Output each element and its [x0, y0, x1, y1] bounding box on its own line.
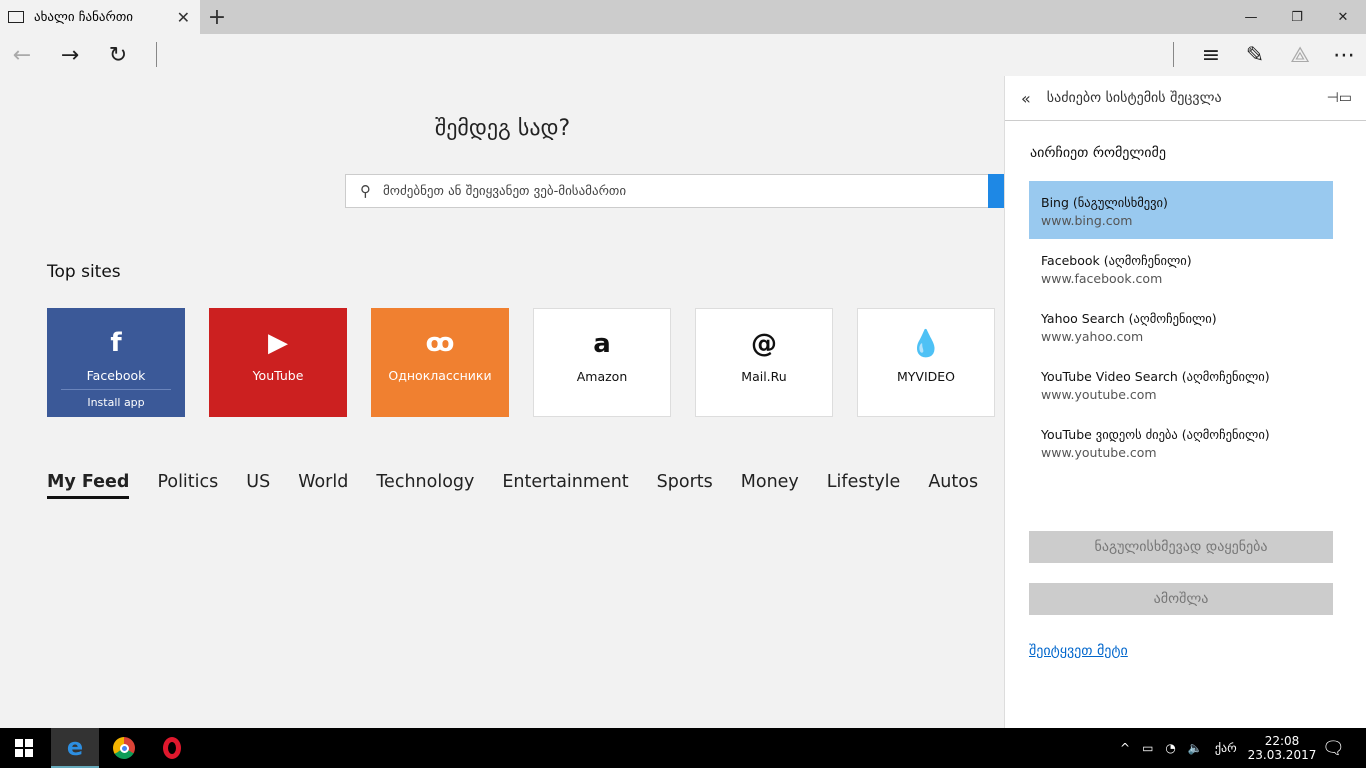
site-logo-icon: ꝏ — [425, 328, 455, 358]
feed-tab[interactable]: World — [298, 472, 348, 499]
install-app-link[interactable]: Install app — [61, 389, 171, 409]
chrome-icon — [113, 737, 135, 759]
top-site-tile[interactable]: 💧 MYVIDEO — [857, 308, 995, 417]
engine-url: www.bing.com — [1041, 213, 1133, 228]
language-indicator[interactable]: ქარ — [1215, 741, 1237, 755]
battery-icon[interactable]: ▭ — [1142, 741, 1153, 755]
search-engine-panel: « საძიებო სისტემის შეცვლა ⊣▭ აირჩიეთ რომ… — [1004, 76, 1366, 728]
site-logo-icon: @ — [751, 329, 777, 359]
edge-taskbar-button[interactable]: e — [51, 728, 99, 768]
top-site-tile[interactable]: ▶ YouTube — [209, 308, 347, 417]
search-engine-option[interactable]: Yahoo Search (აღმოჩენილი) www.yahoo.com — [1029, 297, 1333, 355]
volume-icon[interactable]: 🔈 — [1188, 741, 1203, 755]
share-button[interactable]: ⟁ — [1284, 40, 1316, 70]
feed-tabs: My Feed Politics US World Technology Entertai… — [47, 472, 1083, 499]
remove-button[interactable]: ამოშლა — [1029, 583, 1333, 615]
top-site-tile[interactable]: f Facebook Install app — [47, 308, 185, 417]
chrome-taskbar-button[interactable] — [100, 728, 148, 768]
site-logo-icon: ▶ — [268, 328, 288, 358]
start-button[interactable] — [0, 728, 48, 768]
choose-label: აირჩიეთ რომელიმე — [1030, 145, 1166, 161]
tile-label: YouTube — [252, 368, 304, 383]
page-title: შემდეგ სად? — [434, 116, 571, 141]
tile-label: Одноклассники — [388, 368, 492, 383]
maximize-button[interactable]: ❐ — [1274, 0, 1320, 34]
engine-url: www.facebook.com — [1041, 271, 1163, 286]
site-logo-icon: f — [110, 328, 122, 358]
site-logo-icon: 💧 — [909, 329, 943, 359]
feed-tab[interactable]: Autos — [928, 472, 978, 499]
feed-tab[interactable]: Money — [741, 472, 799, 499]
hub-button[interactable]: ≡ — [1195, 40, 1227, 70]
search-engine-option[interactable]: Bing (ნაგულისხმევი) www.bing.com — [1029, 181, 1333, 239]
web-note-button[interactable]: ✎ — [1239, 40, 1271, 70]
feed-tab[interactable]: US — [246, 472, 270, 499]
clock-date: 23.03.2017 — [1247, 748, 1317, 762]
search-icon: ⚲ — [360, 182, 371, 200]
clock[interactable]: 22:08 23.03.2017 — [1248, 728, 1317, 768]
feed-tab[interactable]: Technology — [376, 472, 474, 499]
feed-tab[interactable]: Entertainment — [502, 472, 628, 499]
tab-bar: ახალი ჩანართი ✕ + — ❐ ✕ — [0, 0, 1366, 34]
search-go-button[interactable] — [988, 174, 1004, 208]
engine-name: Yahoo Search (აღმოჩენილი) — [1041, 311, 1217, 326]
new-tab-button[interactable]: + — [200, 0, 234, 34]
top-site-tile[interactable]: ꝏ Одноклассники — [371, 308, 509, 417]
opera-icon — [163, 737, 181, 759]
collapse-panel-icon[interactable]: « — [1021, 89, 1031, 108]
engine-url: www.youtube.com — [1041, 387, 1157, 402]
forward-button[interactable]: → — [54, 40, 86, 70]
search-engine-option[interactable]: YouTube ვიდეოს ძიება (აღმოჩენილი) www.you… — [1029, 413, 1333, 471]
show-hidden-icons[interactable]: ^ — [1120, 741, 1130, 755]
tab-title: ახალი ჩანართი — [34, 9, 133, 25]
tile-label: Amazon — [576, 369, 628, 384]
refresh-button[interactable]: ↻ — [102, 40, 134, 70]
top-site-tile[interactable]: a Amazon — [533, 308, 671, 417]
minimize-button[interactable]: — — [1228, 0, 1274, 34]
learn-more-link[interactable]: შეიტყვეთ მეტი — [1029, 643, 1128, 659]
panel-title: საძიებო სისტემის შეცვლა — [1046, 90, 1222, 106]
windows-icon — [15, 739, 33, 757]
action-center-icon[interactable]: 🗨 — [1322, 728, 1345, 768]
clock-time: 22:08 — [1264, 734, 1300, 748]
divider — [156, 42, 157, 67]
set-default-button[interactable]: ნაგულისხმევად დაყენება — [1029, 531, 1333, 563]
wifi-icon[interactable]: ◔ — [1165, 741, 1175, 755]
tile-label: Mail.Ru — [741, 369, 787, 384]
engine-name: YouTube ვიდეოს ძიება (აღმოჩენილი) — [1041, 427, 1270, 442]
site-logo-icon: a — [593, 329, 611, 359]
close-tab-icon[interactable]: ✕ — [177, 8, 190, 27]
engine-name: YouTube Video Search (აღმოჩენილი) — [1041, 369, 1270, 384]
feed-tab[interactable]: Politics — [157, 472, 218, 499]
engine-url: www.yahoo.com — [1041, 329, 1144, 344]
feed-tab[interactable]: My Feed — [47, 472, 130, 499]
feed-tab[interactable]: Lifestyle — [827, 472, 901, 499]
search-engine-option[interactable]: Facebook (აღმოჩენილი) www.facebook.com — [1029, 239, 1333, 297]
close-window-button[interactable]: ✕ — [1320, 0, 1366, 34]
more-button[interactable]: ⋯ — [1328, 40, 1360, 70]
engine-url: www.youtube.com — [1041, 445, 1157, 460]
feed-tab[interactable]: Sports — [657, 472, 713, 499]
search-input[interactable]: ⚲ მოძებნეთ ან შეიყვანეთ ვებ-მისამართი — [345, 174, 1005, 208]
top-sites-label: Top sites — [47, 262, 121, 282]
edge-icon: e — [66, 733, 84, 761]
top-site-tile[interactable]: @ Mail.Ru — [695, 308, 833, 417]
tab-new-tab[interactable]: ახალი ჩანართი ✕ — [0, 0, 200, 34]
search-engine-option[interactable]: YouTube Video Search (აღმოჩენილი) www.you… — [1029, 355, 1333, 413]
search-placeholder: მოძებნეთ ან შეიყვანეთ ვებ-მისამართი — [383, 183, 627, 199]
pin-icon[interactable]: ⊣▭ — [1327, 90, 1352, 106]
engine-name: Facebook (აღმოჩენილი) — [1041, 253, 1192, 268]
opera-taskbar-button[interactable] — [148, 728, 196, 768]
tile-label: MYVIDEO — [896, 369, 956, 384]
tile-label: Facebook — [86, 368, 146, 383]
back-button[interactable]: ← — [6, 40, 38, 70]
divider — [1173, 42, 1174, 67]
tab-page-icon — [8, 11, 24, 23]
nav-bar: ← → ↻ ≡ ✎ ⟁ ⋯ — [0, 34, 1366, 76]
engine-name: Bing (ნაგულისხმევი) — [1041, 195, 1168, 210]
taskbar: e ^ ▭ ◔ 🔈 ქარ 22:08 23.03.2017 🗨 — [0, 728, 1366, 768]
